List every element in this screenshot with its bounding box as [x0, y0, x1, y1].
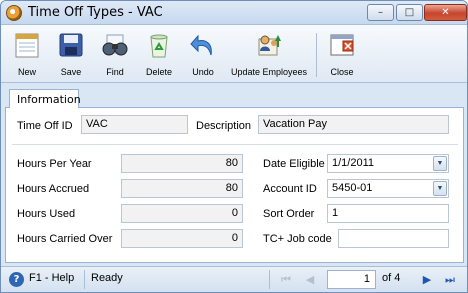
hours-per-year-label: Hours Per Year [17, 158, 92, 170]
hours-used-label: Hours Used [17, 208, 76, 220]
section-divider [12, 144, 458, 145]
account-id-value: 5450-01 [332, 182, 373, 194]
page-number-input[interactable]: 1 [327, 270, 376, 289]
floppy-disk-icon [59, 33, 83, 57]
sort-order-label: Sort Order [263, 208, 315, 220]
hours-used-field[interactable]: 0 [121, 204, 243, 223]
new-button[interactable]: New [9, 29, 45, 81]
information-panel: Time Off ID VAC Description Vacation Pay… [5, 107, 464, 263]
status-separator [269, 270, 270, 289]
toolbar: New Save Find Delete Undo Update Employe… [1, 25, 467, 83]
next-record-icon[interactable]: ▶ [419, 272, 435, 288]
description-field[interactable]: Vacation Pay [258, 115, 449, 134]
undo-button[interactable]: Undo [185, 29, 221, 81]
undo-label: Undo [192, 67, 214, 77]
update-employees-button[interactable]: Update Employees [228, 29, 310, 81]
find-label: Find [106, 67, 124, 77]
new-label: New [17, 67, 36, 77]
window: Time Off Types - VAC – □ ✕ New Save Find… [0, 0, 468, 293]
help-icon[interactable]: ? [9, 272, 24, 287]
new-document-icon [15, 33, 39, 58]
help-hint[interactable]: F1 - Help [29, 272, 74, 284]
title-bar: Time Off Types - VAC – □ ✕ [1, 1, 467, 25]
account-id-label: Account ID [263, 183, 317, 195]
time-off-id-field[interactable]: VAC [81, 115, 188, 134]
description-label: Description [196, 120, 252, 132]
restore-button[interactable]: □ [396, 4, 423, 21]
find-button[interactable]: Find [97, 29, 133, 81]
undo-arrow-icon [190, 34, 212, 56]
time-off-id-label: Time Off ID [17, 120, 73, 132]
window-title: Time Off Types - VAC [28, 5, 163, 20]
status-separator [84, 270, 85, 289]
close-button[interactable]: Close [324, 29, 360, 81]
content-area: Information Time Off ID VAC Description … [5, 87, 464, 263]
app-logo-icon [6, 5, 22, 21]
tab-information[interactable]: Information [9, 89, 81, 108]
save-button[interactable]: Save [53, 29, 89, 81]
close-window-button[interactable]: ✕ [424, 4, 467, 21]
last-record-icon[interactable]: ⏭ [442, 272, 458, 288]
close-window-icon [330, 34, 354, 56]
account-id-select[interactable]: 5450-01 ▼ [327, 179, 449, 198]
recycle-bin-icon [150, 34, 168, 58]
previous-record-icon[interactable]: ◀ [302, 272, 318, 288]
update-employees-label: Update Employees [230, 67, 308, 77]
binoculars-icon [102, 34, 128, 56]
status-bar: ? F1 - Help Ready ⏮ ◀ 1 of 4 ▶ ⏭ [1, 266, 467, 292]
date-eligible-label: Date Eligible [263, 158, 325, 170]
hours-accrued-label: Hours Accrued [17, 183, 90, 195]
date-eligible-select[interactable]: 1/1/2011 ▼ [327, 154, 449, 173]
page-count: of 4 [382, 272, 401, 284]
hours-per-year-field[interactable]: 80 [121, 154, 243, 173]
hours-accrued-field[interactable]: 80 [121, 179, 243, 198]
hours-carried-over-label: Hours Carried Over [17, 233, 113, 245]
tc-job-code-label: TC+ Job code [263, 233, 332, 245]
tc-job-code-field[interactable] [338, 229, 449, 248]
date-eligible-value: 1/1/2011 [332, 157, 375, 169]
status-text: Ready [91, 272, 123, 284]
close-label: Close [330, 67, 354, 77]
update-employees-icon [258, 35, 281, 56]
hours-carried-over-field[interactable]: 0 [121, 229, 243, 248]
delete-label: Delete [145, 67, 172, 77]
minimize-button[interactable]: – [367, 4, 394, 21]
delete-button[interactable]: Delete [140, 29, 178, 81]
save-label: Save [60, 67, 82, 77]
chevron-down-icon[interactable]: ▼ [433, 181, 447, 196]
chevron-down-icon[interactable]: ▼ [433, 156, 447, 171]
first-record-icon[interactable]: ⏮ [278, 272, 294, 288]
toolbar-separator [316, 33, 317, 77]
sort-order-field[interactable]: 1 [327, 204, 449, 223]
